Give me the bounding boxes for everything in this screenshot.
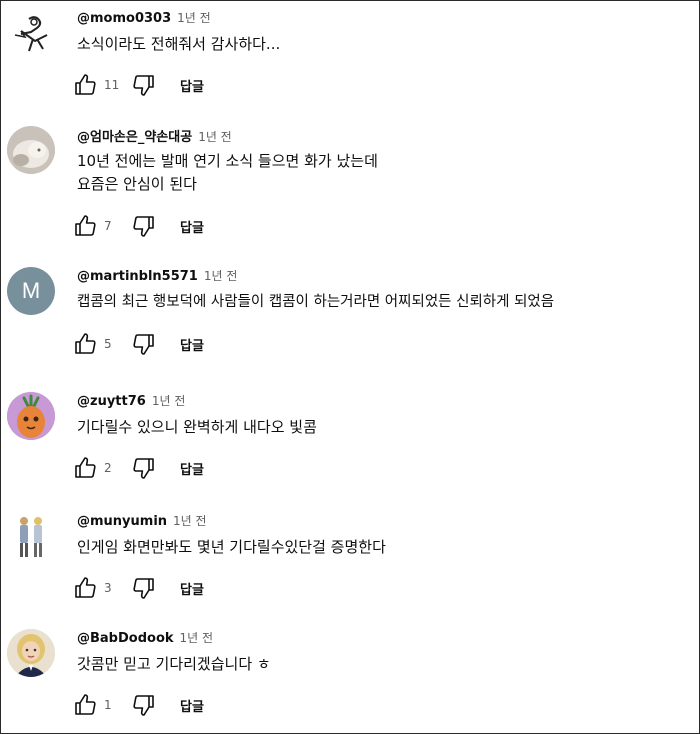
reply-button[interactable]: 답글 — [180, 217, 204, 236]
comment-body: @zuytt76 1년 전 기다릴수 있으니 완벽하게 내다오 빛콤 — [77, 392, 693, 439]
comment-text-line: 갓콤만 믿고 기다리겠습니다 ㅎ — [77, 655, 271, 673]
portrait-avatar-icon[interactable] — [7, 629, 55, 677]
like-count: 11 — [104, 78, 120, 92]
comment-author[interactable]: @munyumin — [77, 514, 167, 529]
comment-author[interactable]: @martinbln5571 — [77, 269, 198, 284]
thumbs-down-icon[interactable] — [132, 576, 156, 600]
comment-author[interactable]: @momo0303 — [77, 11, 171, 26]
comment-body: @BabDodook 1년 전 갓콤만 믿고 기다리겠습니다 ㅎ — [77, 629, 693, 676]
comment-author[interactable]: @엄마손은_약손대공 — [77, 126, 192, 145]
comment-text-line: 기다릴수 있으니 완벽하게 내다오 빛콤 — [77, 418, 317, 436]
comment-actions: 2 답글 — [73, 456, 204, 480]
thumbs-up-icon[interactable] — [73, 332, 97, 356]
comment-actions: 11 답글 — [73, 73, 204, 97]
comment-text: 소식이라도 전해줘서 감사하다... — [77, 33, 693, 56]
comment-timestamp[interactable]: 1년 전 — [173, 512, 207, 529]
comment-text: 캡콤의 최근 행보덕에 사람들이 캡콤이 하는거라면 어찌되었든 신뢰하게 되었… — [77, 291, 693, 314]
thumbs-down-icon[interactable] — [132, 73, 156, 97]
comment-text-line: 캡콤의 최근 행보덕에 사람들이 캡콤이 하는거라면 어찌되었든 신뢰하게 되었… — [77, 294, 555, 310]
comment-timestamp[interactable]: 1년 전 — [152, 392, 186, 409]
thumbs-down-icon[interactable] — [132, 693, 156, 717]
comment-author[interactable]: @BabDodook — [77, 631, 174, 646]
comment-timestamp[interactable]: 1년 전 — [204, 267, 238, 284]
comment-body: @martinbln5571 1년 전 캡콤의 최근 행보덕에 사람들이 캡콤이… — [77, 267, 693, 314]
thumbs-down-icon[interactable] — [132, 456, 156, 480]
comment-text-line: 인게임 화면만봐도 몇년 기다릴수있단걸 증명한다 — [77, 538, 386, 556]
reply-button[interactable]: 답글 — [180, 579, 204, 598]
comment-text-line: 10년 전에는 발매 연기 소식 들으면 화가 났는데 — [77, 152, 378, 170]
comment-timestamp[interactable]: 1년 전 — [180, 629, 214, 646]
thumbs-up-icon[interactable] — [73, 214, 97, 238]
like-count: 1 — [104, 698, 112, 712]
comment-actions: 1 답글 — [73, 693, 204, 717]
reply-button[interactable]: 답글 — [180, 76, 204, 95]
comment-text-line: 소식이라도 전해줘서 감사하다... — [77, 35, 281, 53]
comment-author[interactable]: @zuytt76 — [77, 394, 146, 409]
two-figures-avatar-icon[interactable] — [7, 512, 55, 560]
thumbs-down-icon[interactable] — [132, 332, 156, 356]
comment-timestamp[interactable]: 1년 전 — [198, 128, 232, 145]
comment-body: @엄마손은_약손대공 1년 전 10년 전에는 발매 연기 소식 들으면 화가 … — [77, 126, 693, 196]
comment-body: @munyumin 1년 전 인게임 화면만봐도 몇년 기다릴수있단걸 증명한다 — [77, 512, 693, 559]
thumbs-up-icon[interactable] — [73, 576, 97, 600]
comments-panel: @momo0303 1년 전 소식이라도 전해줘서 감사하다... 11 답글 — [0, 0, 700, 734]
comment-text: 기다릴수 있으니 완벽하게 내다오 빛콤 — [77, 416, 693, 439]
thumbs-up-icon[interactable] — [73, 693, 97, 717]
thumbs-down-icon[interactable] — [132, 214, 156, 238]
avatar-letter: M — [21, 278, 41, 303]
reply-button[interactable]: 답글 — [180, 459, 204, 478]
comment-text: 인게임 화면만봐도 몇년 기다릴수있단걸 증명한다 — [77, 536, 693, 559]
thumbs-up-icon[interactable] — [73, 456, 97, 480]
comment-actions: 5 답글 — [73, 332, 204, 356]
doodle-avatar-icon[interactable] — [7, 9, 55, 57]
like-count: 5 — [104, 337, 112, 351]
comment-body: @momo0303 1년 전 소식이라도 전해줘서 감사하다... — [77, 9, 693, 56]
comment-timestamp[interactable]: 1년 전 — [177, 9, 211, 26]
comment-actions: 7 답글 — [73, 214, 204, 238]
thumbs-up-icon[interactable] — [73, 73, 97, 97]
like-count: 3 — [104, 581, 112, 595]
comment-actions: 3 답글 — [73, 576, 204, 600]
reply-button[interactable]: 답글 — [180, 335, 204, 354]
cat-photo-avatar-icon[interactable] — [7, 126, 55, 174]
carrot-character-avatar-icon[interactable] — [7, 392, 55, 440]
like-count: 2 — [104, 461, 112, 475]
comment-text-line: 요즘은 안심이 된다 — [77, 175, 197, 193]
reply-button[interactable]: 답글 — [180, 696, 204, 715]
comment-text: 갓콤만 믿고 기다리겠습니다 ㅎ — [77, 653, 693, 676]
letter-avatar-icon[interactable]: M — [7, 267, 55, 315]
like-count: 7 — [104, 219, 112, 233]
comment-text: 10년 전에는 발매 연기 소식 들으면 화가 났는데 요즘은 안심이 된다 — [77, 150, 693, 196]
